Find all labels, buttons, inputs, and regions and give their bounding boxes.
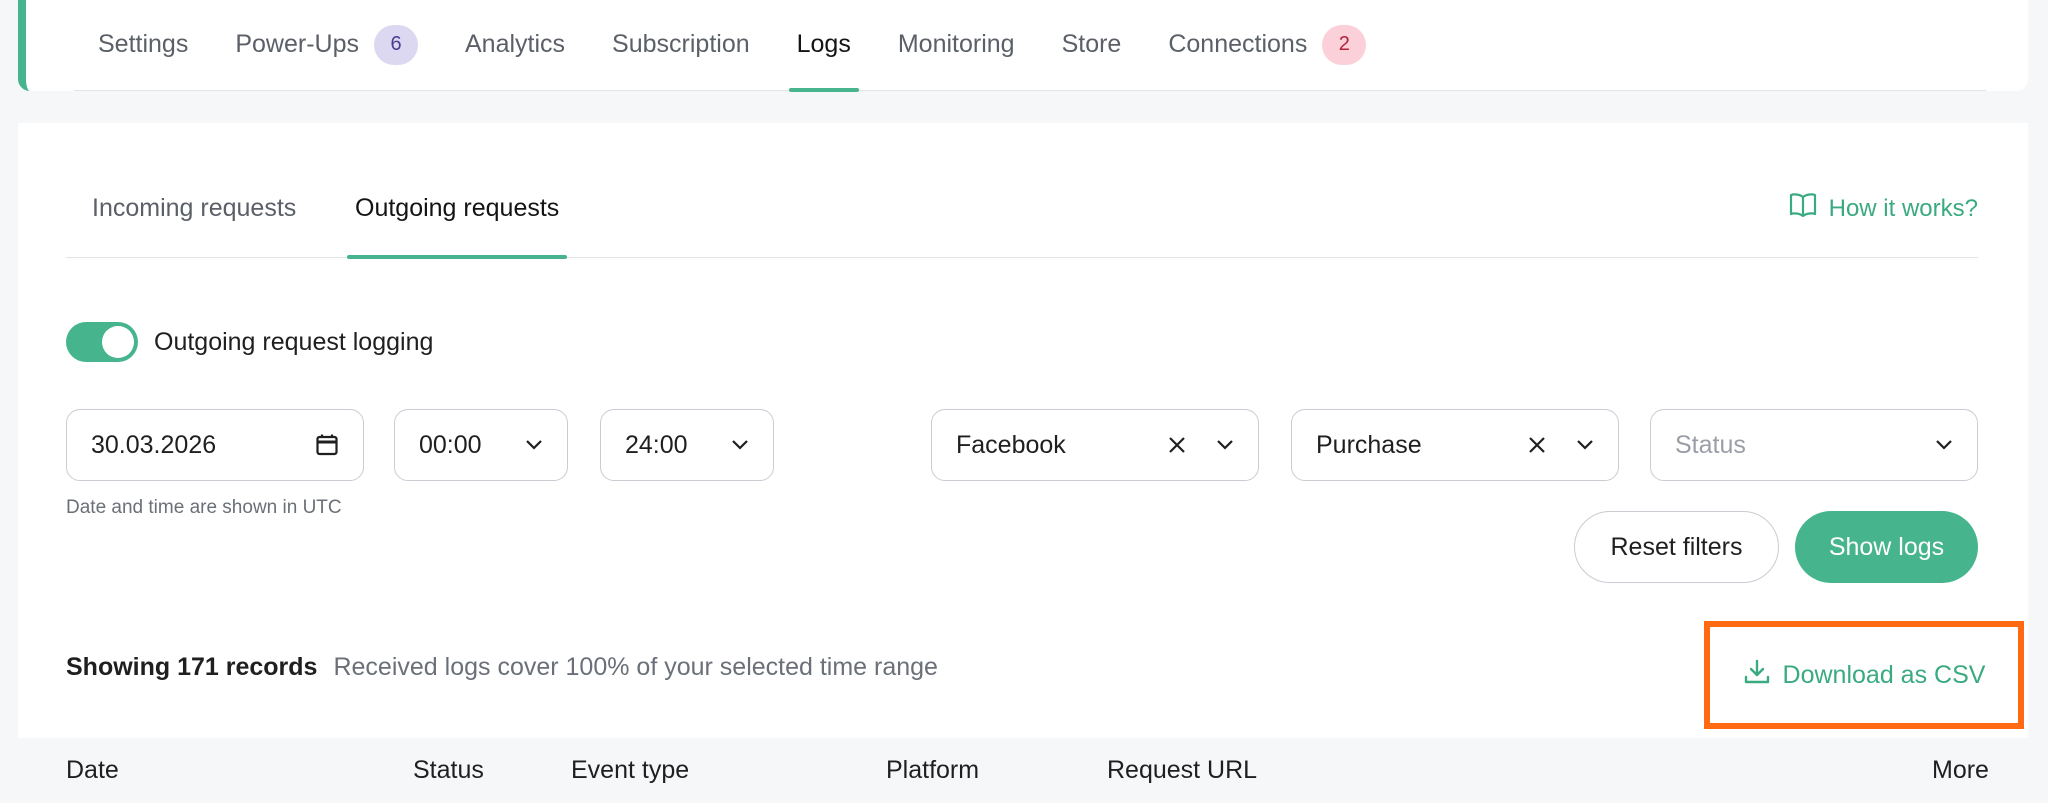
tab-label: Outgoing requests [355, 194, 560, 222]
time-to-select[interactable]: 24:00 [600, 409, 774, 481]
request-type-tabs: Incoming requests Outgoing requests How … [66, 163, 1978, 259]
tab-logs[interactable]: Logs [788, 0, 860, 92]
column-header-request-url[interactable]: Request URL [1107, 738, 1257, 803]
tab-subscription[interactable]: Subscription [612, 0, 750, 91]
top-nav-card: Settings Power-Ups 6 Analytics Subscript… [18, 0, 2028, 92]
coverage-text: Received logs cover 100% of your selecte… [333, 653, 938, 681]
records-count: Showing 171 records [66, 653, 318, 681]
tab-label: Power-Ups [235, 30, 359, 58]
reset-filters-button[interactable]: Reset filters [1574, 511, 1779, 583]
logging-toggle-row: Outgoing request logging [66, 322, 433, 362]
event-value: Purchase [1316, 430, 1422, 459]
chevron-down-icon [731, 439, 749, 451]
tab-label: Settings [98, 30, 189, 58]
toggle-knob [102, 326, 134, 358]
platform-value: Facebook [956, 430, 1066, 459]
date-value: 30.03.2026 [91, 430, 217, 459]
main-tabs: Settings Power-Ups 6 Analytics Subscript… [74, 0, 1986, 92]
column-header-status[interactable]: Status [413, 738, 484, 803]
chevron-down-icon [1216, 439, 1234, 451]
tab-label: Monitoring [897, 30, 1015, 58]
tab-power-ups[interactable]: Power-Ups 6 [235, 0, 418, 91]
tab-settings[interactable]: Settings [98, 0, 188, 91]
clear-platform-icon[interactable] [1168, 436, 1186, 454]
tab-label: Subscription [612, 30, 750, 58]
utc-hint: Date and time are shown in UTC [66, 497, 342, 518]
logs-panel: Incoming requests Outgoing requests How … [18, 123, 2028, 803]
status-select[interactable]: Status [1650, 409, 1978, 481]
show-logs-button[interactable]: Show logs [1795, 511, 1978, 583]
column-header-more[interactable]: More [1932, 738, 1989, 803]
time-to-value: 24:00 [625, 430, 688, 459]
column-header-date[interactable]: Date [66, 738, 119, 803]
how-it-works-link[interactable]: How it works? [1789, 163, 1978, 258]
download-csv-button[interactable]: Download as CSV [1704, 621, 2024, 729]
platform-select[interactable]: Facebook [931, 409, 1259, 481]
calendar-icon[interactable] [315, 433, 339, 457]
records-summary: Showing 171 records Received logs cover … [66, 653, 938, 682]
tab-label: Connections [1168, 30, 1308, 58]
chevron-down-icon [1935, 439, 1953, 451]
time-from-select[interactable]: 00:00 [394, 409, 568, 481]
tab-incoming-requests[interactable]: Incoming requests [92, 163, 296, 258]
event-select[interactable]: Purchase [1291, 409, 1619, 481]
tab-label: Logs [796, 30, 851, 58]
tab-label: Incoming requests [92, 194, 297, 222]
download-icon [1743, 658, 1771, 693]
time-from-value: 00:00 [419, 430, 482, 459]
how-it-works-label: How it works? [1828, 194, 1978, 222]
book-icon [1789, 192, 1817, 225]
connections-count-badge: 2 [1322, 24, 1367, 65]
tab-store[interactable]: Store [1062, 0, 1122, 91]
logs-table-header: Date Status Event type Platform Request … [18, 738, 2028, 803]
tab-outgoing-requests[interactable]: Outgoing requests [346, 163, 568, 259]
toggle-label: Outgoing request logging [154, 327, 434, 356]
download-label: Download as CSV [1782, 660, 1986, 689]
tab-connections[interactable]: Connections 2 [1168, 0, 1367, 91]
column-header-event-type[interactable]: Event type [571, 738, 689, 803]
chevron-down-icon [1576, 439, 1594, 451]
date-picker-field[interactable]: 30.03.2026 [66, 409, 364, 481]
tab-label: Store [1061, 30, 1122, 58]
tab-label: Analytics [465, 30, 566, 58]
status-placeholder: Status [1675, 430, 1746, 459]
tab-monitoring[interactable]: Monitoring [898, 0, 1015, 91]
clear-event-icon[interactable] [1528, 436, 1546, 454]
column-header-platform[interactable]: Platform [886, 738, 979, 803]
tab-analytics[interactable]: Analytics [465, 0, 565, 91]
outgoing-logging-toggle[interactable] [66, 322, 138, 362]
power-ups-count-badge: 6 [374, 24, 418, 65]
chevron-down-icon [525, 439, 543, 451]
